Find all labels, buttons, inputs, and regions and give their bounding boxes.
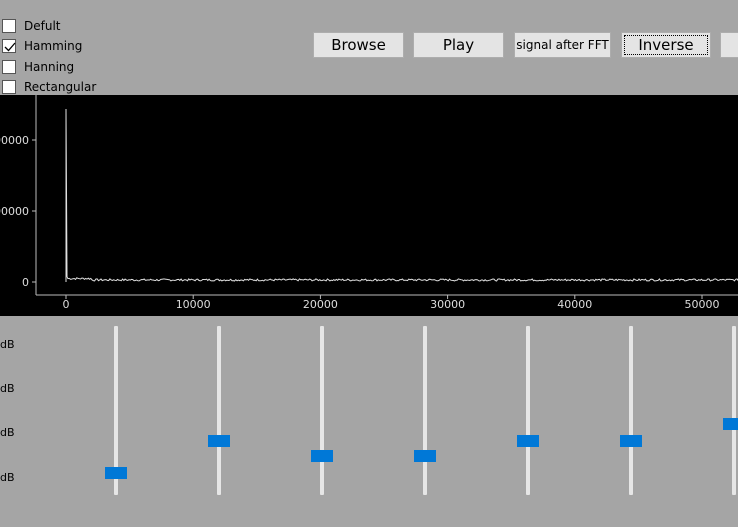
eq-slider[interactable] <box>722 326 738 495</box>
extra-button[interactable] <box>720 32 738 58</box>
spectrum-plot: 0100002000030000400005000000000000000 <box>0 95 738 316</box>
y-tick-label: 0 <box>22 276 29 289</box>
equalizer-panel: dB dB dB dB <box>0 316 738 527</box>
slider-handle[interactable] <box>208 434 230 447</box>
checkbox-hanning[interactable]: Hanning <box>2 58 74 76</box>
db-label: dB <box>0 338 15 351</box>
slider-handle[interactable] <box>311 450 333 463</box>
slider-handle[interactable] <box>723 418 738 431</box>
x-tick-label: 30000 <box>430 298 465 311</box>
slider-handle[interactable] <box>105 467 127 480</box>
eq-slider[interactable] <box>207 326 231 495</box>
x-tick-label: 10000 <box>176 298 211 311</box>
checkbox-label: Hamming <box>24 39 83 53</box>
checkbox-box[interactable] <box>2 80 16 94</box>
spectrum-series-line <box>65 108 738 282</box>
checkbox-hamming[interactable]: Hamming <box>2 37 82 55</box>
checkbox-label: Defult <box>24 19 61 33</box>
play-button[interactable]: Play <box>413 32 504 58</box>
x-tick-label: 0 <box>63 298 70 311</box>
db-label: dB <box>0 471 15 484</box>
slider-track[interactable] <box>423 326 427 495</box>
x-tick-label: 50000 <box>685 298 720 311</box>
db-label: dB <box>0 426 15 439</box>
browse-button[interactable]: Browse <box>313 32 404 58</box>
inverse-button[interactable]: Inverse <box>621 32 711 58</box>
db-label: dB <box>0 382 15 395</box>
slider-track[interactable] <box>320 326 324 495</box>
signal-after-fft-button[interactable]: signal after FFT <box>514 32 611 58</box>
slider-handle[interactable] <box>517 434 539 447</box>
eq-slider[interactable] <box>310 326 334 495</box>
slider-track[interactable] <box>526 326 530 495</box>
slider-track[interactable] <box>629 326 633 495</box>
checkbox-defult[interactable]: Defult <box>2 17 61 35</box>
eq-slider[interactable] <box>516 326 540 495</box>
checkbox-box[interactable] <box>2 19 16 33</box>
slider-handle[interactable] <box>414 450 436 463</box>
eq-slider[interactable] <box>104 326 128 495</box>
eq-slider[interactable] <box>413 326 437 495</box>
checkmark-icon <box>4 42 16 52</box>
y-tick-label: 00000 <box>0 134 29 147</box>
slider-track[interactable] <box>732 326 736 495</box>
slider-track[interactable] <box>217 326 221 495</box>
checkbox-label: Rectangular <box>24 80 97 94</box>
slider-handle[interactable] <box>620 434 642 447</box>
checkbox-box[interactable] <box>2 39 16 53</box>
checkbox-label: Hanning <box>24 60 75 74</box>
eq-slider[interactable] <box>619 326 643 495</box>
x-tick-label: 20000 <box>303 298 338 311</box>
checkbox-box[interactable] <box>2 60 16 74</box>
y-tick-label: 00000 <box>0 205 29 218</box>
checkbox-rectangular[interactable]: Rectangular <box>2 78 96 96</box>
x-tick-label: 40000 <box>557 298 592 311</box>
